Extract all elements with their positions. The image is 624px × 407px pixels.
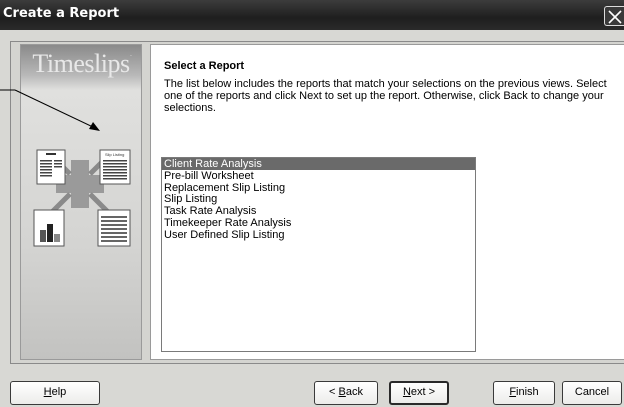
back-prefix: < — [329, 386, 339, 398]
close-button[interactable] — [604, 6, 624, 26]
illustration-doc-label: Slip Listing — [105, 152, 124, 157]
slip-listing-document-icon: Slip Listing — [99, 149, 131, 185]
report-list-item[interactable]: User Defined Slip Listing — [162, 229, 475, 241]
report-list-item[interactable]: Pre-bill Worksheet — [162, 170, 475, 182]
finish-button[interactable]: Finish — [493, 381, 555, 405]
brand-logo: Timeslips — [32, 49, 130, 78]
report-list-item[interactable]: Client Rate Analysis — [162, 158, 475, 170]
chart-document-icon — [33, 209, 65, 247]
help-accel: H — [43, 386, 52, 398]
report-listbox[interactable]: Client Rate Analysis Pre-bill Worksheet Re… — [161, 157, 476, 352]
report-list-item[interactable]: Timekeeper Rate Analysis — [162, 217, 475, 229]
next-accel: N — [402, 386, 411, 398]
next-button[interactable]: Next > — [389, 381, 449, 405]
close-icon — [608, 10, 622, 24]
brand-mark: . — [130, 51, 132, 58]
report-list-item[interactable]: Task Rate Analysis — [162, 205, 475, 217]
page-heading: Select a Report — [164, 60, 245, 72]
help-rest: elp — [51, 386, 67, 398]
create-report-dialog: Create a Report Timeslips . Slip Listing… — [0, 0, 624, 407]
window-title: Create a Report — [3, 6, 120, 21]
back-button[interactable]: < Back — [314, 381, 378, 405]
title-bar[interactable]: Create a Report — [0, 0, 624, 30]
cancel-label: Cancel — [574, 386, 610, 398]
next-rest: ext > — [410, 386, 436, 398]
back-accel: B — [338, 386, 346, 398]
report-illustration: Slip Listing — [33, 149, 131, 247]
grid-document-icon — [97, 209, 131, 247]
report-list-item[interactable]: Replacement Slip Listing — [162, 182, 475, 194]
finish-rest: inish — [516, 386, 539, 398]
description-text: The list below includes the reports that… — [164, 78, 607, 114]
help-button[interactable]: Help — [10, 381, 100, 405]
document-icon — [36, 149, 66, 185]
back-rest: ack — [345, 386, 363, 398]
report-list-item[interactable]: Slip Listing — [162, 193, 475, 205]
cancel-button[interactable]: Cancel — [562, 381, 622, 405]
main-panel: Select a Report The list below includes … — [150, 44, 624, 360]
